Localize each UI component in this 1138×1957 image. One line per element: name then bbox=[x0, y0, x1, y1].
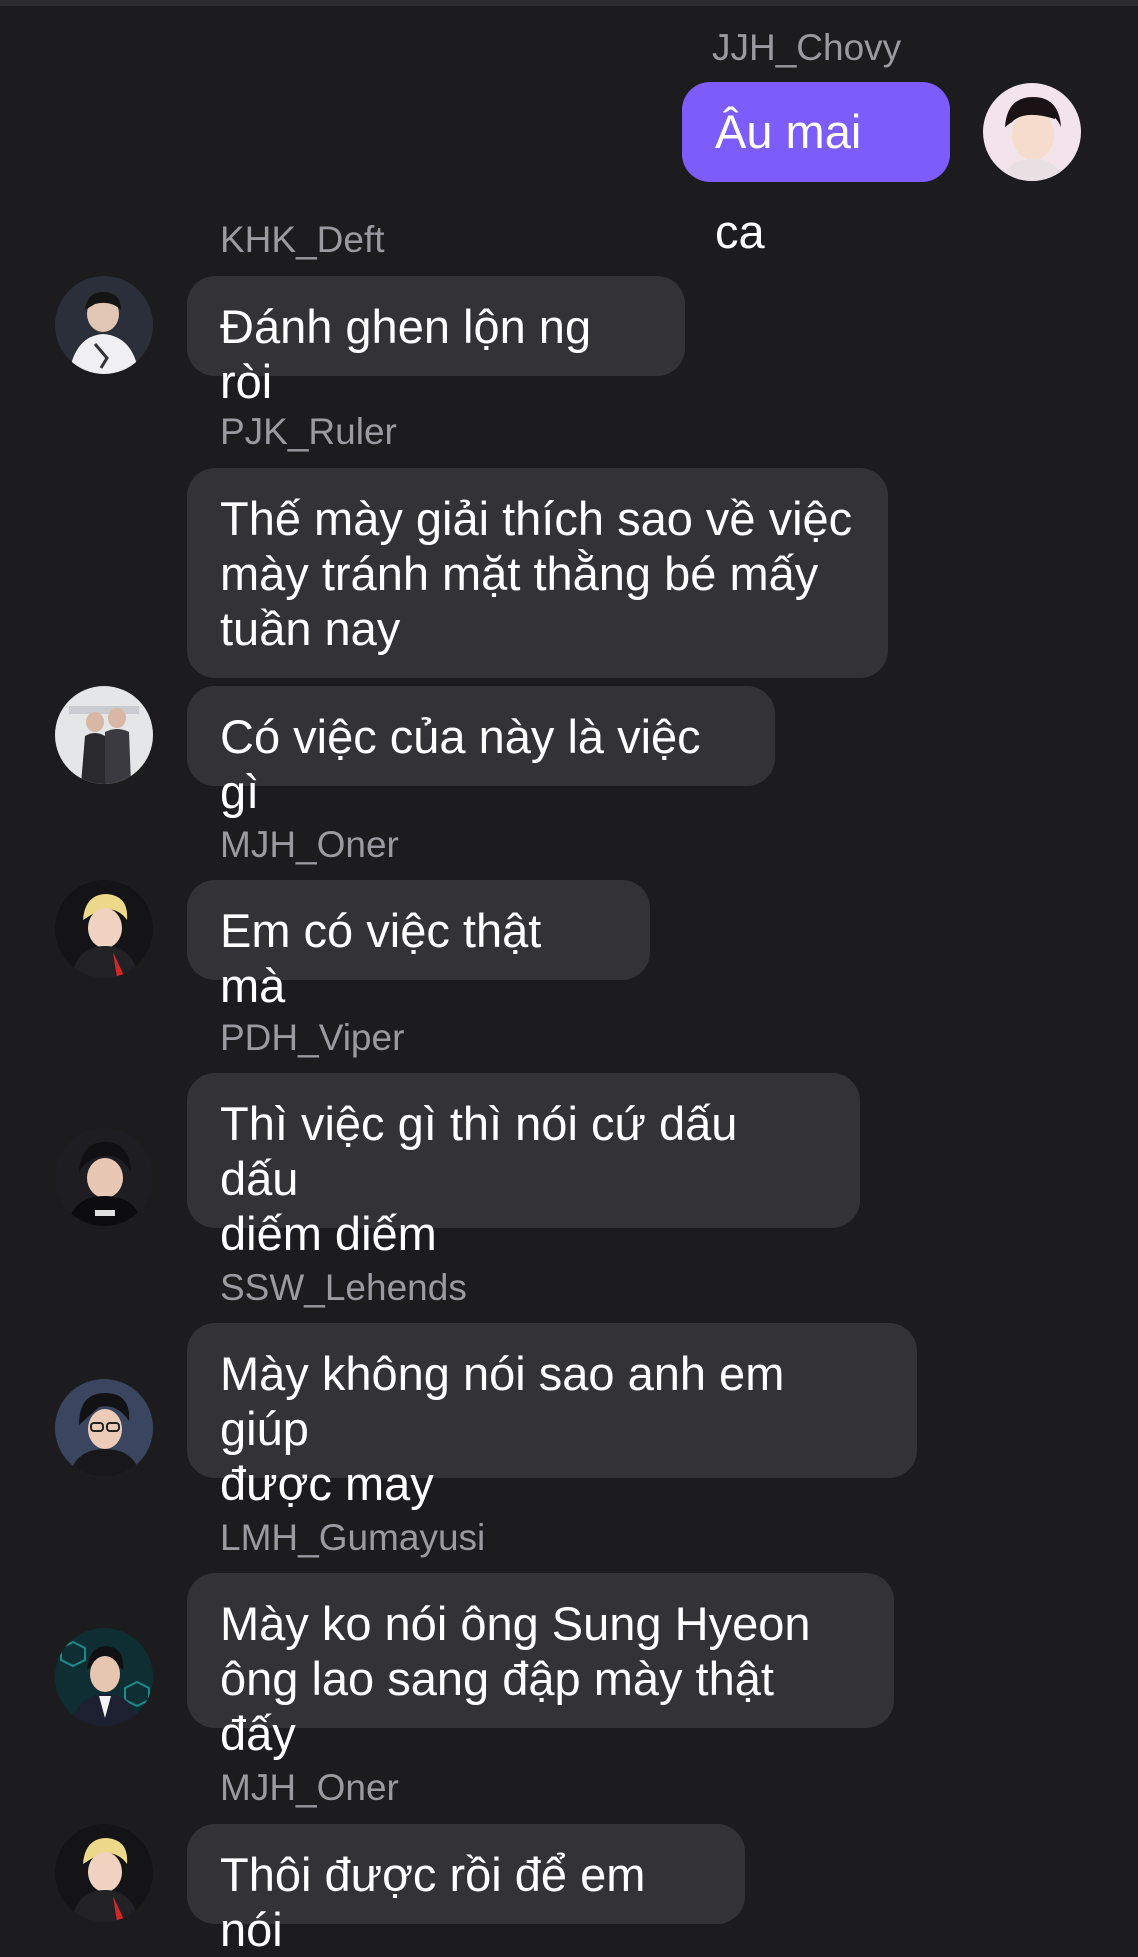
user-avatar-photo-icon bbox=[55, 686, 153, 784]
sender-name: MJH_Oner bbox=[220, 1767, 399, 1808]
user-avatar-photo-icon bbox=[55, 1128, 153, 1226]
sender-name: PDH_Viper bbox=[220, 1017, 405, 1058]
message-bubble[interactable]: Thì việc gì thì nói cứ dấu dấu diếm diếm bbox=[187, 1073, 860, 1260]
avatar[interactable] bbox=[55, 686, 153, 784]
user-avatar-photo-icon bbox=[55, 276, 153, 374]
avatar[interactable] bbox=[55, 276, 153, 374]
message-bubble[interactable]: Đánh ghen lộn ng ròi bbox=[187, 276, 685, 408]
sender-name: PJK_Ruler bbox=[220, 411, 397, 452]
outgoing-message-bubble[interactable]: Âu mai ca bbox=[682, 82, 950, 258]
avatar[interactable] bbox=[55, 1824, 153, 1922]
top-bar-edge bbox=[0, 0, 1138, 6]
message-bubble[interactable]: Mày ko nói ông Sung Hyeon ông lao sang đ… bbox=[187, 1573, 894, 1760]
message-bubble[interactable]: Mày không nói sao anh em giúp được may bbox=[187, 1323, 917, 1510]
message-bubble[interactable]: Thôi được rồi để em nói bbox=[187, 1824, 745, 1956]
sender-name: LMH_Gumayusi bbox=[220, 1517, 486, 1558]
sender-name: MJH_Oner bbox=[220, 824, 399, 865]
sender-name-outgoing: JJH_Chovy bbox=[712, 27, 902, 68]
user-avatar-photo-icon bbox=[983, 83, 1081, 181]
avatar[interactable] bbox=[55, 1379, 153, 1477]
user-avatar-photo-icon bbox=[55, 1824, 153, 1922]
avatar[interactable] bbox=[983, 83, 1081, 181]
message-bubble[interactable]: Thế mày giải thích sao về việc mày tránh… bbox=[187, 468, 888, 678]
message-bubble[interactable]: Em có việc thật mà bbox=[187, 880, 650, 1012]
user-avatar-photo-icon bbox=[55, 1379, 153, 1477]
sender-name: SSW_Lehends bbox=[220, 1267, 467, 1308]
sender-name: KHK_Deft bbox=[220, 219, 385, 260]
message-bubble[interactable]: Có việc của này là việc gì bbox=[187, 686, 775, 818]
user-avatar-photo-icon bbox=[55, 880, 153, 978]
avatar[interactable] bbox=[55, 1128, 153, 1226]
user-avatar-photo-icon bbox=[55, 1628, 153, 1726]
avatar[interactable] bbox=[55, 1628, 153, 1726]
avatar[interactable] bbox=[55, 880, 153, 978]
